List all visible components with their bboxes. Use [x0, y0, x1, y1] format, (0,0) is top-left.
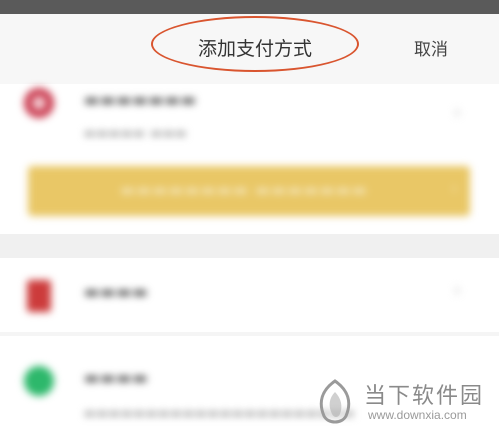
- header-bar: 添加支付方式 取消: [0, 14, 499, 84]
- payment-option-red[interactable]: ▬▬▬▬ ›: [0, 258, 499, 332]
- promo-banner[interactable]: ▬▬▬▬▬▬▬▬ ▬▬▬▬▬▬▬ ›: [28, 166, 470, 216]
- status-bar: [0, 0, 499, 14]
- bank-logo-icon: [24, 88, 54, 118]
- watermark: 当下软件园 www.downxia.com: [312, 372, 492, 432]
- bank-card-option[interactable]: ▬▬▬▬▬▬▬ ▬▬▬▬▬ ▬▬▬ › ▬▬▬▬▬▬▬▬ ▬▬▬▬▬▬▬ ›: [0, 84, 499, 234]
- watermark-url: www.downxia.com: [368, 408, 467, 422]
- section-divider: [0, 234, 499, 258]
- downxia-logo-icon: [319, 379, 351, 424]
- chevron-right-icon: ›: [453, 280, 461, 301]
- red-card-icon: [27, 280, 51, 312]
- green-circle-icon: [24, 366, 54, 396]
- annotation-circle: [151, 16, 359, 72]
- watermark-name: 当下软件园: [364, 384, 485, 409]
- cancel-button[interactable]: 取消: [414, 35, 448, 60]
- chevron-right-icon: ›: [453, 102, 461, 123]
